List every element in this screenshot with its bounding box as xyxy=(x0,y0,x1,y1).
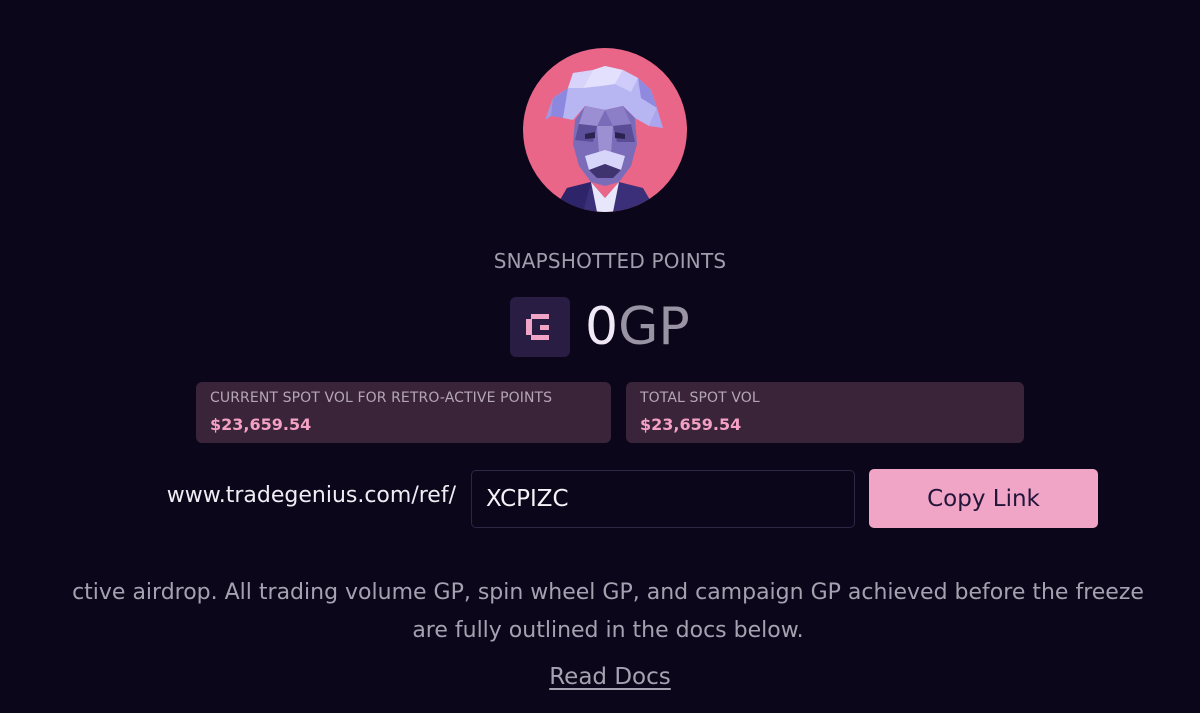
airdrop-description: ctive airdrop. All trading volume GP, sp… xyxy=(0,574,1200,650)
snapshotted-points-label: SNAPSHOTTED POINTS xyxy=(493,249,727,273)
total-spot-vol-card: TOTAL SPOT VOL $23,659.54 xyxy=(626,382,1024,443)
snapshot-points-page: SNAPSHOTTED POINTS 0 GP CURRENT SPOT VOL… xyxy=(0,0,1200,713)
copy-link-button[interactable]: Copy Link xyxy=(869,469,1098,528)
avatar xyxy=(523,48,687,212)
stat-label: CURRENT SPOT VOL FOR RETRO-ACTIVE POINTS xyxy=(210,390,553,406)
referral-code-input[interactable] xyxy=(471,470,855,528)
retro-spot-vol-card: CURRENT SPOT VOL FOR RETRO-ACTIVE POINTS… xyxy=(196,382,611,443)
einstein-avatar-icon xyxy=(545,66,663,212)
stat-label: TOTAL SPOT VOL xyxy=(640,390,760,406)
points-value: 0 xyxy=(585,297,619,357)
points-unit: GP xyxy=(618,297,690,357)
referral-url-prefix: www.tradegenius.com/ref/ xyxy=(166,483,456,508)
gp-logo-icon xyxy=(510,297,570,357)
read-docs-link[interactable]: Read Docs xyxy=(500,664,720,690)
stat-value: $23,659.54 xyxy=(640,415,742,434)
stat-value: $23,659.54 xyxy=(210,415,312,434)
description-line-2: are fully outlined in the docs below. xyxy=(412,618,804,643)
description-line-1: ctive airdrop. All trading volume GP, sp… xyxy=(72,580,1144,605)
points-display: 0 GP xyxy=(510,296,690,358)
